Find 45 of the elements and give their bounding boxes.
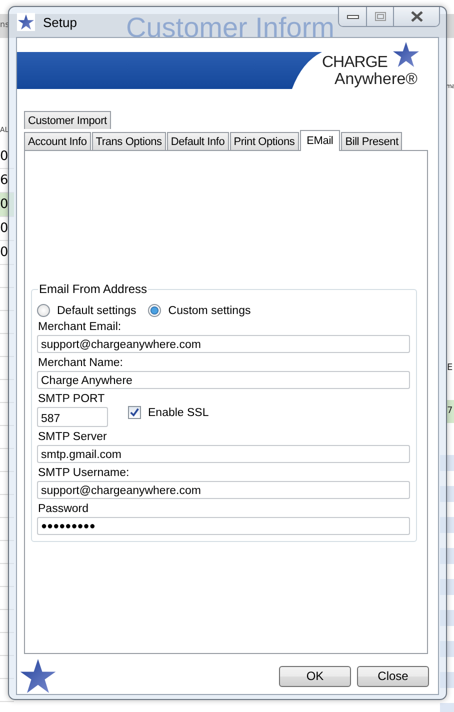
table-cell: 0	[0, 145, 14, 169]
text-field[interactable]: support@chargeanywhere.com	[37, 335, 410, 353]
text-field[interactable]: 587	[37, 407, 108, 427]
radio-label[interactable]: Custom settings	[168, 304, 251, 316]
text-field[interactable]: Charge Anywhere	[37, 371, 410, 389]
maximize-icon	[374, 12, 386, 21]
table-cell: 0	[0, 193, 14, 217]
tab[interactable]: Print Options	[230, 132, 299, 150]
table-cell: 0	[0, 217, 14, 241]
field-label: Merchant Name:	[38, 356, 124, 370]
tab[interactable]: EMail	[300, 130, 340, 151]
window-title: Setup	[43, 14, 77, 30]
field-label: SMTP PORT	[38, 392, 106, 406]
close-icon	[410, 11, 424, 22]
radio-button[interactable]	[37, 304, 50, 317]
logo-text: Anywhere®	[334, 70, 418, 88]
text-field[interactable]: smtp.gmail.com	[37, 445, 410, 463]
checkbox[interactable]	[128, 406, 141, 419]
group-title: Email From Address	[38, 282, 148, 296]
table-cell: 7	[447, 400, 454, 423]
dialog-button[interactable]: OK	[279, 666, 351, 687]
radio-label[interactable]: Default settings	[57, 304, 136, 316]
table-cell-text: E	[447, 362, 454, 375]
app-icon	[18, 14, 34, 30]
tab[interactable]: Trans Options	[92, 132, 166, 150]
field-label: SMTP Username:	[38, 466, 130, 480]
tab[interactable]: Default Info	[166, 132, 229, 150]
field-label: Merchant Email:	[38, 320, 122, 334]
star-icon	[393, 42, 420, 66]
field-label: SMTP Server	[38, 430, 108, 444]
minimize-icon	[346, 14, 358, 18]
minimize-button[interactable]	[339, 7, 366, 26]
password-field[interactable]: ●●●●●●●●●	[37, 517, 410, 535]
tab[interactable]: Account Info	[24, 132, 91, 150]
radio-button[interactable]	[148, 304, 162, 317]
star-icon	[20, 659, 56, 694]
field-label: Password	[38, 502, 90, 516]
page-title: Customer Inform	[126, 12, 334, 44]
tab[interactable]: Bill Present	[341, 132, 402, 150]
close-button[interactable]	[393, 7, 439, 26]
logo-text: CHARGE	[322, 54, 388, 70]
dialog-button[interactable]: Close	[357, 666, 429, 687]
text-field[interactable]: support@chargeanywhere.com	[37, 481, 410, 499]
checkbox-label[interactable]: Enable SSL	[148, 406, 209, 418]
tab[interactable]: Customer Import	[24, 111, 111, 129]
